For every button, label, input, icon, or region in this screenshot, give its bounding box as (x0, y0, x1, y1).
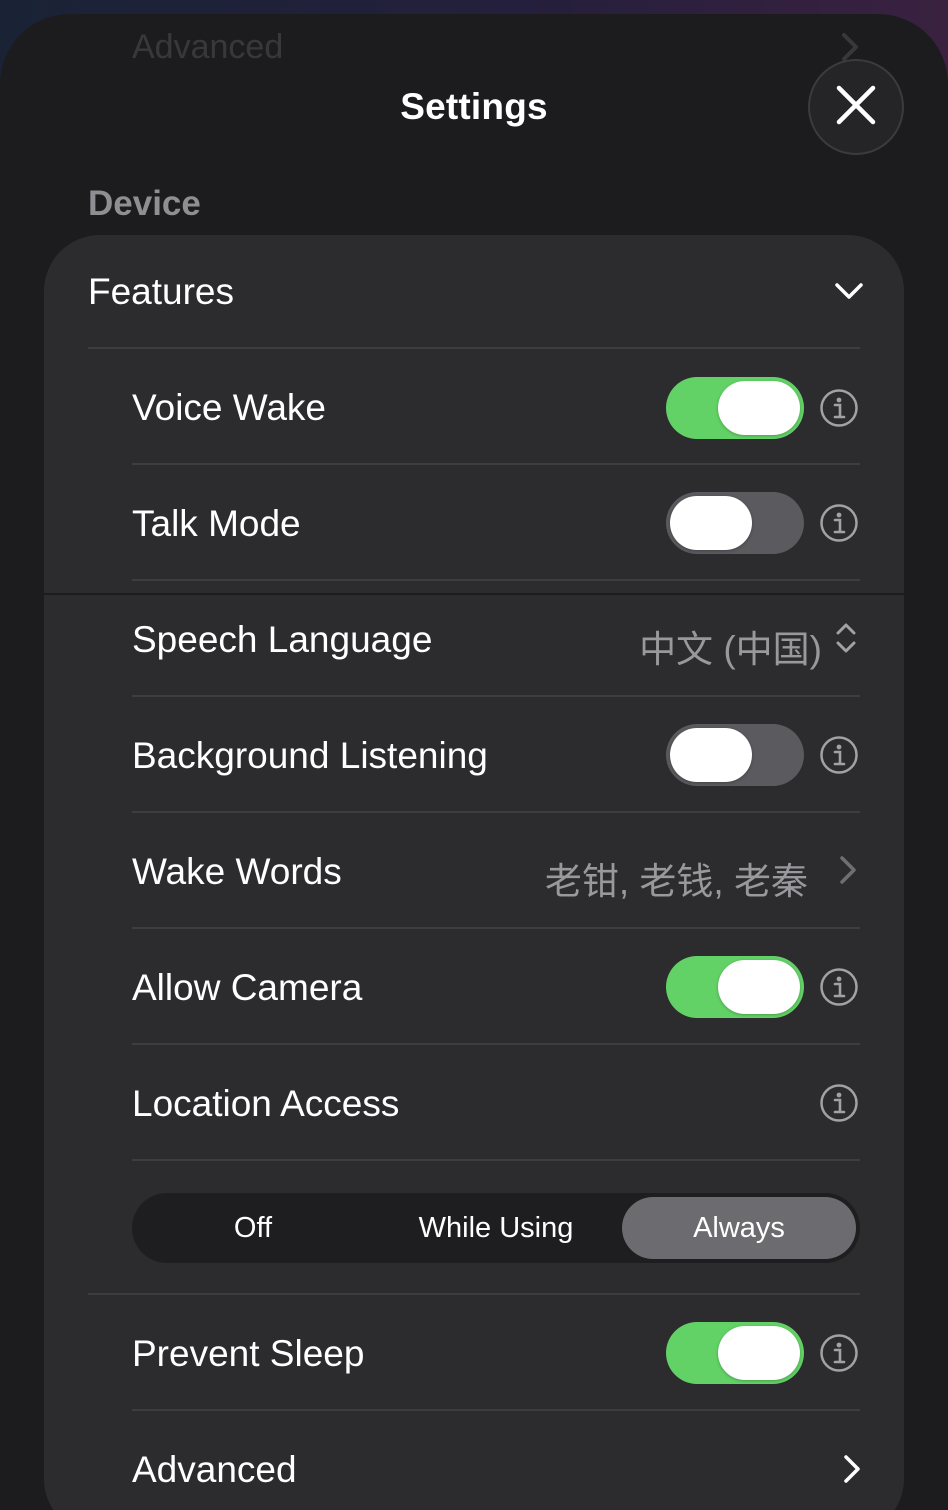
features-title: Features (88, 271, 235, 312)
talk-mode-toggle[interactable] (666, 492, 804, 554)
background-listening-row: Background Listening (44, 697, 904, 811)
info-icon[interactable] (819, 967, 859, 1007)
location-access-row: Location Access (44, 1045, 904, 1159)
close-button[interactable] (808, 59, 904, 155)
features-card: Features Voice Wake Talk Mode Speech Lan… (44, 235, 904, 1510)
talk-mode-row: Talk Mode (44, 465, 904, 579)
wake-words-row[interactable]: Wake Words 老钳, 老钱, 老秦 (44, 813, 904, 927)
allow-camera-toggle[interactable] (666, 956, 804, 1018)
advanced-row[interactable]: Advanced (44, 1411, 904, 1510)
speech-language-label: Speech Language (132, 619, 433, 660)
wake-words-value: 老钳, 老钱, 老秦 (544, 861, 808, 902)
settings-sheet: Advanced Settings Device Features Voice … (0, 14, 948, 1510)
advanced-label: Advanced (132, 1449, 297, 1490)
background-listening-toggle[interactable] (666, 724, 804, 786)
info-icon[interactable] (819, 1333, 859, 1373)
features-header[interactable]: Features (44, 235, 904, 347)
speech-language-row[interactable]: Speech Language 中文 (中国) (44, 581, 904, 695)
voice-wake-label: Voice Wake (132, 387, 326, 428)
close-icon (836, 85, 876, 130)
separator (132, 1159, 860, 1161)
location-access-segmented-control: Off While Using Always (132, 1193, 860, 1263)
allow-camera-label: Allow Camera (132, 967, 363, 1008)
info-icon[interactable] (819, 735, 859, 775)
segment-off[interactable]: Off (132, 1193, 374, 1263)
chevron-up-down-icon (834, 621, 858, 660)
segment-always[interactable]: Always (622, 1197, 856, 1259)
prevent-sleep-label: Prevent Sleep (132, 1333, 365, 1374)
background-listening-label: Background Listening (132, 735, 488, 776)
chevron-down-icon (834, 281, 864, 306)
info-icon[interactable] (819, 388, 859, 428)
prevent-sleep-row: Prevent Sleep (44, 1295, 904, 1409)
segment-while-using[interactable]: While Using (374, 1193, 618, 1263)
background-advanced-label: Advanced (132, 28, 284, 66)
page-title: Settings (400, 86, 548, 127)
toggle-knob (718, 1326, 800, 1380)
toggle-knob (670, 496, 752, 550)
talk-mode-label: Talk Mode (132, 503, 301, 544)
info-icon[interactable] (819, 1083, 859, 1123)
voice-wake-row: Voice Wake (44, 349, 904, 463)
section-header-device: Device (88, 184, 201, 223)
background-advanced-row: Advanced (60, 14, 880, 84)
chevron-right-icon (842, 1453, 862, 1490)
allow-camera-row: Allow Camera (44, 929, 904, 1043)
divider (44, 593, 904, 595)
info-icon[interactable] (819, 503, 859, 543)
voice-wake-toggle[interactable] (666, 377, 804, 439)
chevron-right-icon (839, 855, 857, 890)
prevent-sleep-toggle[interactable] (666, 1322, 804, 1384)
wake-words-label: Wake Words (132, 851, 342, 892)
location-access-label: Location Access (132, 1083, 400, 1124)
toggle-knob (718, 960, 800, 1014)
speech-language-value: 中文 (中国) (639, 629, 822, 670)
toggle-knob (670, 728, 752, 782)
toggle-knob (718, 381, 800, 435)
